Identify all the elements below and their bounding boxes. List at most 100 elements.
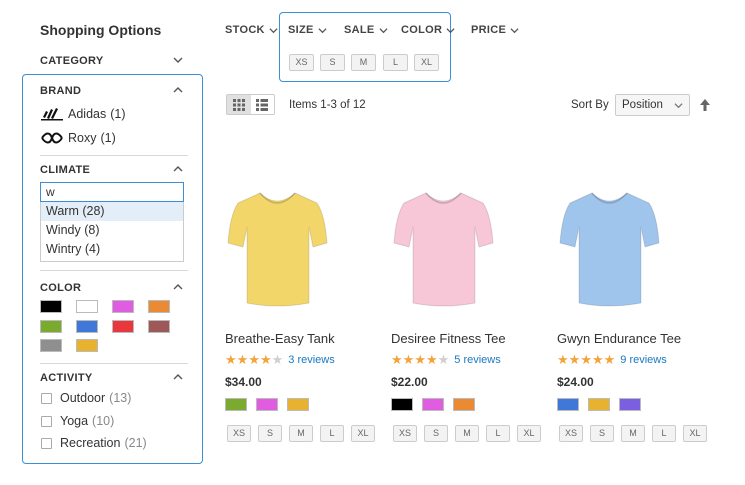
activity-option-outdoor[interactable]: Outdoor (13): [41, 391, 131, 405]
color-heading[interactable]: COLOR: [40, 282, 81, 294]
star-icon: ★: [391, 352, 403, 367]
size-option-s[interactable]: S: [320, 54, 345, 71]
filter-stock[interactable]: STOCK: [225, 24, 278, 36]
product-color-swatch[interactable]: [619, 398, 641, 411]
activity-count: (13): [109, 391, 132, 405]
star-icon: ★: [557, 352, 569, 367]
reviews-link[interactable]: 9 reviews: [620, 354, 666, 366]
filter-price[interactable]: PRICE: [471, 24, 519, 36]
climate-heading[interactable]: CLIMATE: [40, 164, 90, 176]
product-size-option[interactable]: XL: [351, 425, 375, 442]
filter-label: STOCK: [225, 24, 265, 36]
star-icon: ★: [425, 352, 438, 367]
star-icon: ★: [437, 352, 450, 367]
product-color-swatch[interactable]: [225, 398, 247, 411]
star-icon: ★: [414, 352, 426, 367]
chevron-up-icon[interactable]: [173, 85, 183, 95]
product-size-option[interactable]: L: [320, 425, 344, 442]
product-size-option[interactable]: XL: [517, 425, 541, 442]
climate-search-input[interactable]: w: [40, 182, 184, 202]
activity-count: (21): [124, 436, 147, 450]
product-size-option[interactable]: M: [289, 425, 313, 442]
brand-option-adidas[interactable]: Adidas (1): [40, 107, 126, 121]
color-swatch[interactable]: [40, 300, 62, 313]
product-name[interactable]: Breathe-Easy Tank: [225, 331, 335, 346]
product-color-swatch[interactable]: [287, 398, 309, 411]
filter-sale[interactable]: SALE: [344, 24, 388, 36]
product-name[interactable]: Desiree Fitness Tee: [391, 331, 506, 346]
product-size-option[interactable]: XS: [393, 425, 417, 442]
product-size-option[interactable]: S: [424, 425, 448, 442]
sort-direction-arrow-icon[interactable]: [699, 98, 711, 112]
brand-option-roxy[interactable]: Roxy (1): [40, 131, 116, 145]
product-name[interactable]: Gwyn Endurance Tee: [557, 331, 681, 346]
color-swatch[interactable]: [148, 320, 170, 333]
star-icon: ★: [402, 352, 415, 367]
checkbox[interactable]: [41, 415, 52, 427]
product-size-option[interactable]: S: [590, 425, 614, 442]
product-color-swatch[interactable]: [391, 398, 413, 411]
chevron-up-icon[interactable]: [173, 164, 183, 174]
product-image[interactable]: [391, 185, 496, 310]
product-image[interactable]: [225, 185, 330, 310]
sort-by-select[interactable]: Position: [615, 94, 690, 116]
color-swatch[interactable]: [76, 339, 98, 352]
activity-option-recreation[interactable]: Recreation (21): [41, 436, 147, 450]
product-size-option[interactable]: M: [455, 425, 479, 442]
size-option-l[interactable]: L: [383, 54, 408, 71]
product-color-swatch[interactable]: [588, 398, 610, 411]
chevron-down-icon: [674, 102, 683, 108]
star-icon: ★: [603, 352, 616, 367]
product-image[interactable]: [557, 185, 662, 310]
product-color-swatch[interactable]: [422, 398, 444, 411]
chevron-up-icon[interactable]: [173, 372, 183, 382]
brand-heading[interactable]: BRAND: [40, 85, 81, 97]
list-view-icon[interactable]: [251, 95, 275, 114]
category-heading[interactable]: CATEGORY: [40, 55, 104, 67]
activity-heading[interactable]: ACTIVITY: [40, 372, 93, 384]
color-swatch[interactable]: [76, 300, 98, 313]
color-swatch[interactable]: [40, 320, 62, 333]
product-color-swatch[interactable]: [256, 398, 278, 411]
activity-name: Outdoor: [60, 391, 106, 405]
size-option-xl[interactable]: XL: [414, 54, 439, 71]
size-option-m[interactable]: M: [351, 54, 376, 71]
star-icon: ★: [236, 352, 249, 367]
size-dropdown-panel: [279, 12, 451, 82]
product-size-option[interactable]: XL: [683, 425, 707, 442]
product-size-option[interactable]: XS: [227, 425, 251, 442]
product-size-option[interactable]: L: [652, 425, 676, 442]
climate-autocomplete-list: Warm (28) Windy (8) Wintry (4): [40, 202, 184, 262]
climate-option-warm[interactable]: Warm (28): [41, 202, 183, 221]
reviews-link[interactable]: 3 reviews: [288, 354, 334, 366]
product-size-option[interactable]: XS: [559, 425, 583, 442]
checkbox[interactable]: [41, 392, 52, 404]
product-rating: ★ ★ ★ ★ ★ 9 reviews: [557, 352, 667, 368]
product-color-swatch[interactable]: [453, 398, 475, 411]
sort-by-label: Sort By: [571, 99, 609, 111]
star-icon: ★: [591, 352, 604, 367]
product-size-option[interactable]: M: [621, 425, 645, 442]
grid-view-icon[interactable]: [227, 95, 251, 114]
product-color-swatch[interactable]: [557, 398, 579, 411]
chevron-down-icon: [510, 27, 519, 33]
chevron-up-icon[interactable]: [173, 282, 183, 292]
color-swatch[interactable]: [40, 339, 62, 352]
climate-option-windy[interactable]: Windy (8): [41, 221, 183, 240]
product-size-option[interactable]: L: [486, 425, 510, 442]
filter-size[interactable]: SIZE: [288, 24, 327, 36]
climate-option-wintry[interactable]: Wintry (4): [41, 240, 183, 259]
chevron-down-icon: [446, 27, 455, 33]
star-icon: ★: [568, 352, 581, 367]
activity-option-yoga[interactable]: Yoga (10): [41, 414, 114, 428]
product-size-option[interactable]: S: [258, 425, 282, 442]
color-swatch[interactable]: [112, 300, 134, 313]
color-swatch[interactable]: [112, 320, 134, 333]
reviews-link[interactable]: 5 reviews: [454, 354, 500, 366]
color-swatch[interactable]: [148, 300, 170, 313]
color-swatch[interactable]: [76, 320, 98, 333]
checkbox[interactable]: [41, 437, 52, 449]
filter-color[interactable]: COLOR: [401, 24, 455, 36]
size-option-xs[interactable]: XS: [289, 54, 314, 71]
chevron-down-icon[interactable]: [173, 55, 183, 65]
